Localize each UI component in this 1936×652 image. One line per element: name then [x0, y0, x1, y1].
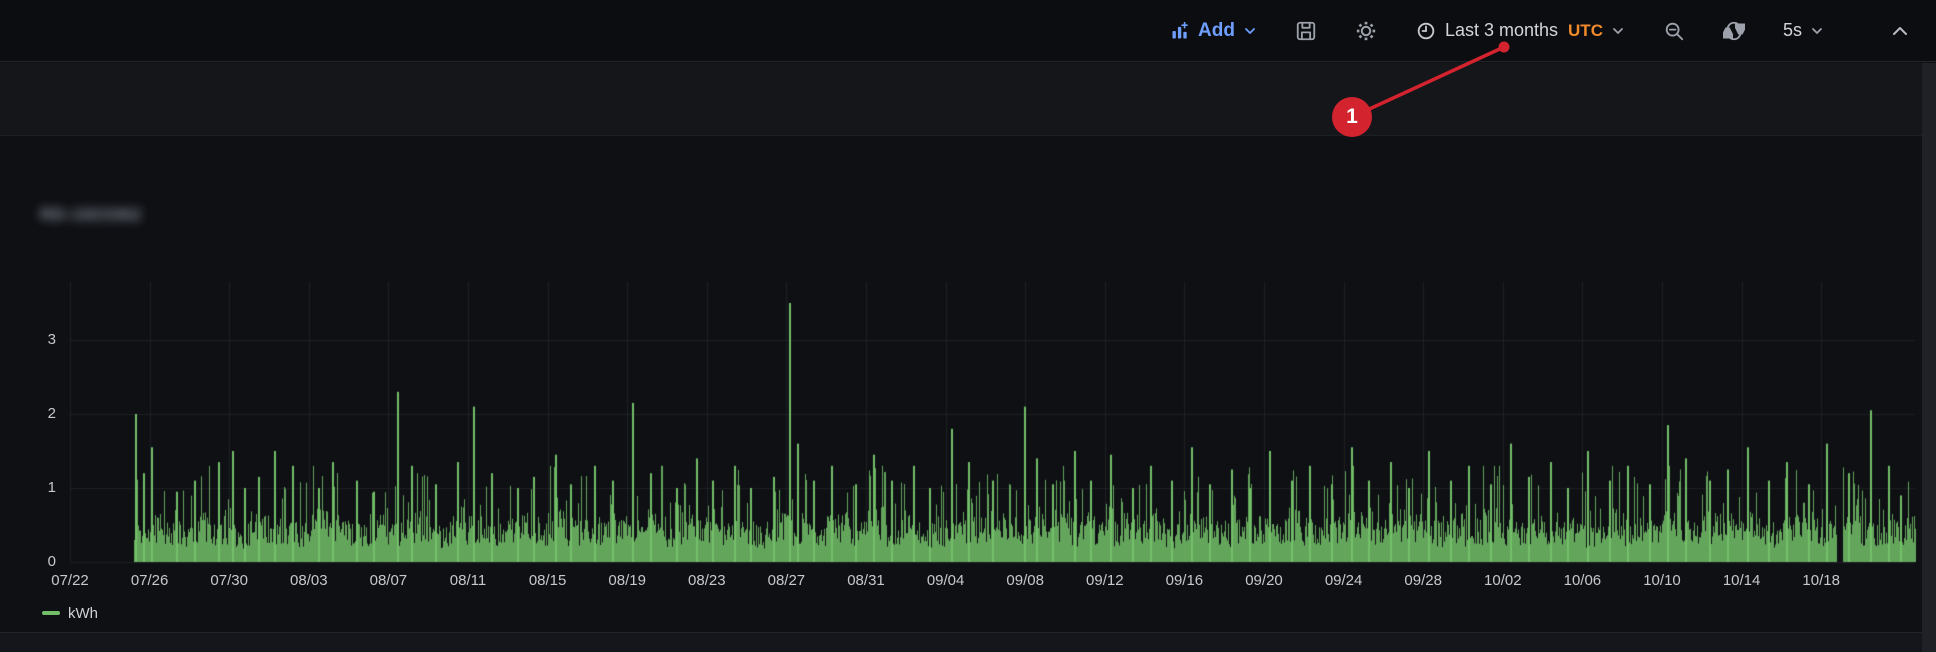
chevron-up-icon	[1890, 21, 1910, 41]
add-button-label: Add	[1198, 20, 1235, 42]
x-axis-label: 07/26	[108, 572, 192, 589]
zoom-out-icon	[1663, 20, 1685, 42]
legend: kWh	[42, 602, 98, 624]
x-axis-label: 08/31	[824, 572, 908, 589]
x-axis-label: 10/06	[1540, 572, 1624, 589]
x-axis-label: 09/08	[983, 572, 1067, 589]
x-axis-label: 08/11	[426, 572, 510, 589]
clock-icon	[1415, 20, 1437, 42]
x-axis-label: 08/07	[346, 572, 430, 589]
panel-title-blurred[interactable]: RD-1923362	[40, 205, 141, 225]
gear-icon	[1355, 20, 1377, 42]
add-button[interactable]: Add	[1170, 20, 1257, 42]
legend-item-kwh[interactable]: kWh	[68, 605, 98, 622]
x-axis-label: 09/24	[1302, 572, 1386, 589]
x-axis-label: 07/22	[28, 572, 112, 589]
x-axis-label: 10/10	[1620, 572, 1704, 589]
y-axis-label: 1	[0, 479, 56, 496]
x-axis-label: 09/20	[1222, 572, 1306, 589]
zoom-out-time-button[interactable]	[1663, 20, 1685, 42]
x-axis-label: 08/27	[744, 572, 828, 589]
legend-swatch	[42, 611, 60, 615]
y-axis-label: 0	[0, 553, 56, 570]
page-bottom-strip	[0, 632, 1922, 652]
add-panel-icon	[1170, 21, 1190, 41]
chevron-down-icon	[1810, 24, 1824, 38]
x-axis-label: 10/02	[1461, 572, 1545, 589]
timezone-label: UTC	[1568, 21, 1603, 41]
time-range-label: Last 3 months	[1445, 20, 1558, 41]
time-range-picker-button[interactable]: Last 3 months UTC	[1415, 20, 1625, 42]
x-axis-label: 10/14	[1700, 572, 1784, 589]
x-axis-label: 09/28	[1381, 572, 1465, 589]
x-axis-label: 08/23	[665, 572, 749, 589]
dashboard-row-header	[0, 63, 1922, 136]
refresh-interval-dropdown[interactable]: 5s	[1783, 20, 1824, 41]
y-axis-label: 3	[0, 331, 56, 348]
chevron-down-icon	[1243, 24, 1257, 38]
annotation-step-badge: 1	[1332, 97, 1372, 137]
x-axis-label: 10/18	[1779, 572, 1863, 589]
y-axis-label: 2	[0, 405, 56, 422]
x-axis-label: 09/16	[1142, 572, 1226, 589]
x-axis-label: 08/15	[506, 572, 590, 589]
x-axis-label: 08/19	[585, 572, 669, 589]
dashboard-settings-button[interactable]	[1355, 20, 1377, 42]
refresh-interval-label: 5s	[1783, 20, 1802, 41]
dashboard-toolbar: Add	[0, 0, 1936, 62]
x-axis-label: 09/12	[1063, 572, 1147, 589]
kiosk-mode-toggle-button[interactable]	[1890, 21, 1910, 41]
refresh-button[interactable]	[1723, 20, 1745, 42]
x-axis-label: 07/30	[187, 572, 271, 589]
x-axis-label: 09/04	[904, 572, 988, 589]
vertical-scrollbar[interactable]	[1922, 63, 1936, 652]
save-icon	[1295, 20, 1317, 42]
x-axis-label: 08/03	[267, 572, 351, 589]
chevron-down-icon	[1611, 24, 1625, 38]
save-dashboard-button[interactable]	[1295, 20, 1317, 42]
refresh-icon	[1723, 20, 1745, 42]
